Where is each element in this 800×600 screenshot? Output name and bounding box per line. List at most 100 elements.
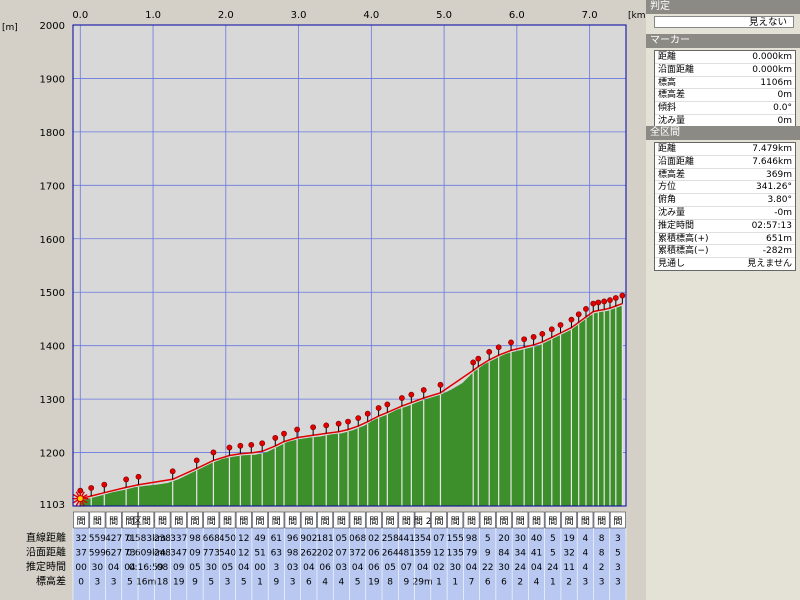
info-key: 累積標高(−) xyxy=(658,246,709,257)
segment-header-text: 間 xyxy=(565,516,574,527)
table-cell: 9 xyxy=(273,578,279,588)
info-value: 0.0° xyxy=(773,103,792,114)
marker-pin xyxy=(294,426,301,433)
segment-header-text: 間 xyxy=(207,516,216,527)
segment-header-text: 間 xyxy=(256,516,265,527)
table-cell: 155 xyxy=(447,534,464,544)
marker-pin xyxy=(101,481,108,488)
info-key: 俯角 xyxy=(658,195,677,206)
info-row: 距離 0.000km xyxy=(655,51,795,64)
marker-pin xyxy=(135,473,142,480)
x-tick-label: 5.0 xyxy=(436,10,452,21)
table-cell: 8 xyxy=(599,549,605,559)
table-cell: 49 xyxy=(254,534,266,544)
table-row-label: 直線距離 xyxy=(26,531,66,544)
table-row-label: 推定時間 xyxy=(26,560,66,573)
marker-pin xyxy=(398,395,405,401)
table-cell: 19 xyxy=(173,578,185,588)
info-key: 標高 xyxy=(658,77,677,88)
marker-pin xyxy=(612,295,619,301)
table-cell: 441 xyxy=(398,534,415,544)
info-row: 標高 1106m xyxy=(655,77,795,90)
segment-header-text: 間 2 xyxy=(414,516,432,527)
table-cell: 32 xyxy=(563,549,574,559)
elevation-chart[interactable]: 2000190018001700160015001400130012001103… xyxy=(0,0,646,600)
table-cell: 262 xyxy=(300,549,317,559)
table-cell: 5 xyxy=(615,549,621,559)
segment-header-text: 間 xyxy=(158,516,167,527)
info-row: 俯角 3.80° xyxy=(655,194,795,207)
table-cell: 16m xyxy=(136,578,156,588)
info-row: 推定時間 02:57:13 xyxy=(655,220,795,233)
marker-pin xyxy=(508,339,514,346)
table-cell: 07 xyxy=(401,563,412,573)
y-tick-label: 1900 xyxy=(40,74,65,85)
table-cell: 06 xyxy=(368,563,380,573)
table-row-label: 標高差 xyxy=(36,575,66,588)
marker-pin xyxy=(169,468,176,475)
marker-pin xyxy=(323,422,330,429)
info-value: -0m xyxy=(774,207,792,218)
table-cell: 20 xyxy=(498,534,510,544)
table-cell: 12 xyxy=(433,549,444,559)
table-cell: 4 xyxy=(339,578,345,588)
table-cell: 4 xyxy=(582,549,588,559)
marker-pin xyxy=(539,330,546,337)
marker-pin xyxy=(595,299,602,306)
info-value: 7.479km xyxy=(752,144,792,154)
marker-pin xyxy=(530,334,537,340)
marker-pin xyxy=(123,476,130,483)
marker-pin xyxy=(210,449,217,456)
segment-header-text: 間 xyxy=(223,516,232,527)
table-cell: 11 xyxy=(563,563,574,573)
marker-pin xyxy=(384,401,391,408)
table-cell: 3 xyxy=(290,578,296,588)
marker-pin xyxy=(437,381,444,388)
table-cell: 3 xyxy=(225,578,231,588)
table-cell: 1 xyxy=(550,578,556,588)
table-cell: 359 xyxy=(414,549,431,559)
x-tick-label: 2.0 xyxy=(218,10,234,21)
table-cell: 1 xyxy=(257,578,263,588)
table-cell: 32 xyxy=(75,534,86,544)
table-cell: 5 xyxy=(208,578,214,588)
info-value: 369m xyxy=(766,169,792,180)
info-key: 沿面距離 xyxy=(658,64,695,75)
info-row: 標高差 369m xyxy=(655,169,795,182)
y-tick-label: 1600 xyxy=(40,235,65,246)
table-cell: 3 xyxy=(599,578,605,588)
info-value: 02:57:13 xyxy=(751,220,792,231)
segment-header-text: 間 xyxy=(516,516,525,527)
table-cell: 04 xyxy=(352,563,364,573)
table-cell: 3 xyxy=(615,578,621,588)
table-cell: 5 xyxy=(127,578,133,588)
table-cell: 9 xyxy=(404,578,410,588)
segment-header-text: 間 xyxy=(239,516,248,527)
segment-header-text: 間 xyxy=(613,516,622,527)
table-cell: 07 xyxy=(433,534,444,544)
table-cell: 450 xyxy=(219,534,236,544)
segment-header-text: 間 xyxy=(386,516,395,527)
table-cell: 09 xyxy=(189,549,201,559)
segment-header-text: 間 xyxy=(548,516,557,527)
segment-header-text: 間 xyxy=(434,516,443,527)
table-cell: 3 xyxy=(615,534,621,544)
info-key: 沿面距離 xyxy=(658,156,695,167)
info-key: 標高差 xyxy=(658,169,686,180)
info-value: 7.646km xyxy=(752,156,792,167)
segment-table[interactable]: 間間間間区間 6間間間間間間間間間間間間間間間間間 2 間間間間間間間間間間間間直… xyxy=(26,511,627,600)
x-tick-label: 6.0 xyxy=(509,10,525,21)
table-cell: 02 xyxy=(368,534,379,544)
y-tick-label: 1300 xyxy=(40,395,65,406)
info-row: 距離 7.479km xyxy=(655,143,795,156)
table-cell: 40 xyxy=(531,534,543,544)
info-value: 1106m xyxy=(760,77,792,88)
table-cell: 6 xyxy=(306,578,312,588)
info-row: 累積標高(+) 651m xyxy=(655,233,795,246)
table-cell: 22 xyxy=(482,563,493,573)
table-cell: 4 xyxy=(534,578,540,588)
segment-header-text: 間 xyxy=(304,516,313,527)
table-cell: 05 xyxy=(384,563,395,573)
y-tick-label: 1200 xyxy=(40,449,65,460)
marker-pin xyxy=(226,444,233,451)
